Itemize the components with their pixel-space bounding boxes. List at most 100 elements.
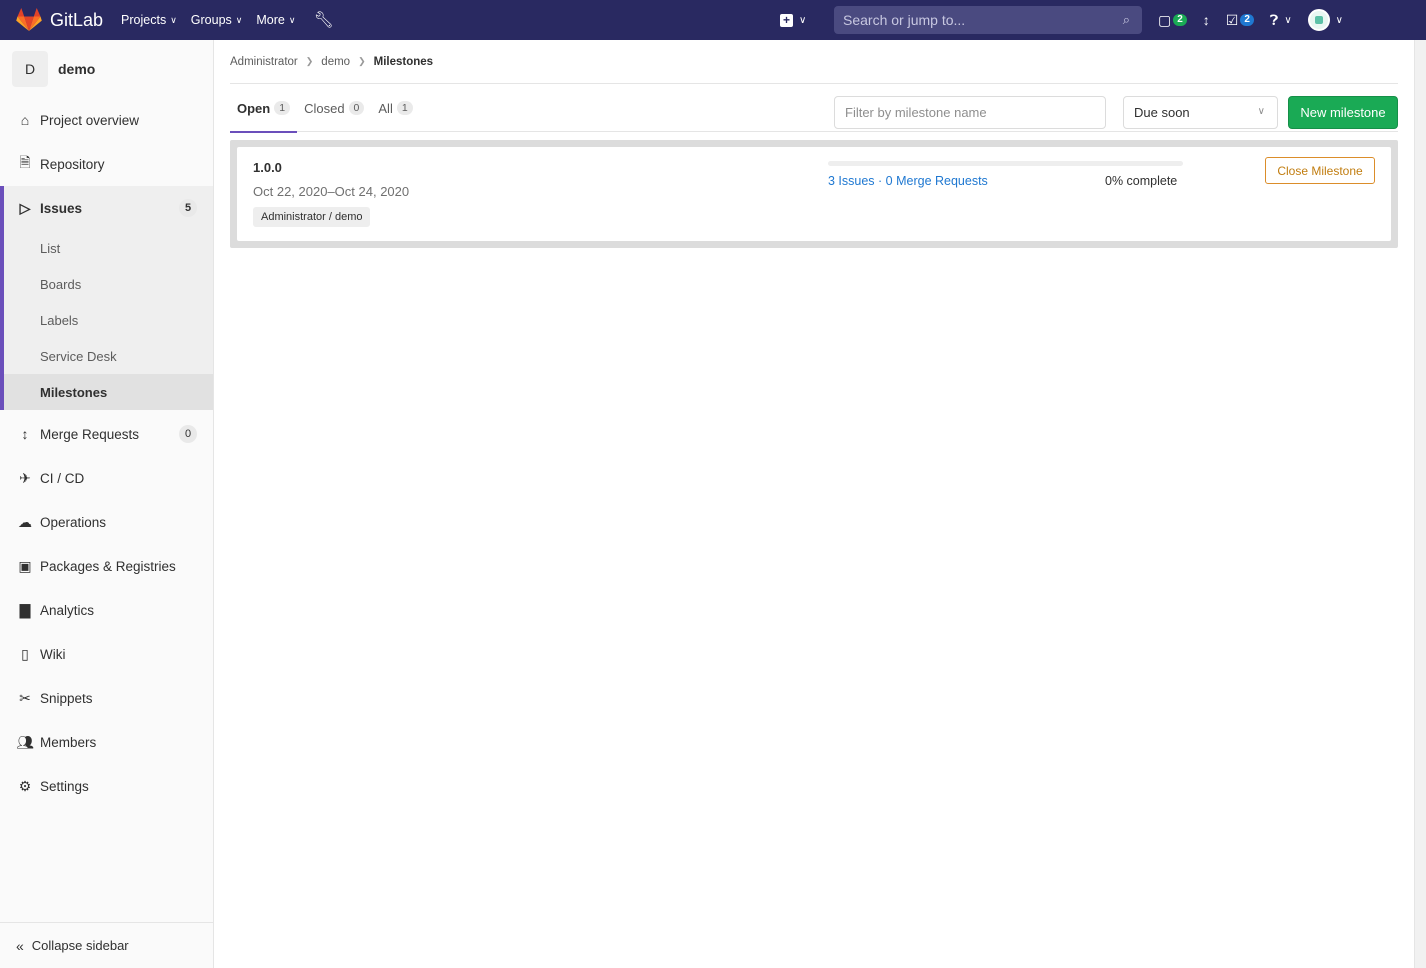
double-chevron-left-icon: «	[16, 937, 24, 954]
chevron-down-icon: ∨	[288, 14, 296, 25]
chevron-right-icon: ❯	[305, 56, 314, 66]
project-sidebar: D demo ⌂ Project overview 🗎 Repository ▷…	[0, 40, 214, 968]
chevron-down-icon: ∨	[235, 14, 243, 25]
sidebar-item-label: Wiki	[40, 646, 66, 662]
sidebar-item-ci-cd[interactable]: ✈ CI / CD	[0, 456, 213, 500]
plus-square-icon: +	[780, 13, 793, 27]
milestone-project-badge[interactable]: Administrator / demo	[253, 207, 371, 227]
tab-label: Open	[237, 100, 271, 116]
sidebar-item-packages-registries[interactable]: ▣ Packages & Registries	[0, 544, 213, 588]
sidebar-item-repository[interactable]: 🗎 Repository	[0, 142, 213, 186]
sidebar-item-label: Operations	[40, 514, 107, 530]
breadcrumb-demo[interactable]: demo	[321, 56, 350, 68]
user-menu-dropdown[interactable]: ∨	[1307, 9, 1343, 31]
chevron-down-icon: ∨	[1284, 14, 1292, 26]
milestone-title-link[interactable]: 1.0.0	[253, 160, 282, 175]
brand-name: GitLab	[50, 9, 104, 30]
sort-dropdown[interactable]: Due soon ∨	[1123, 96, 1278, 129]
page-scrollbar[interactable]	[1414, 40, 1426, 968]
sort-selected-value: Due soon	[1134, 105, 1190, 120]
sidebar-subitem-boards[interactable]: Boards	[4, 266, 213, 302]
tab-all[interactable]: All 1	[371, 84, 419, 132]
todo-check-icon: ☑	[1225, 11, 1239, 28]
sidebar-item-label: Members	[40, 734, 97, 750]
milestone-filter-input[interactable]	[834, 96, 1106, 129]
sidebar-item-operations[interactable]: ☁ Operations	[0, 500, 213, 544]
issues-icon: ▷	[19, 199, 31, 216]
merge-requests-count-badge: 0	[179, 425, 197, 443]
breadcrumb-administrator[interactable]: Administrator	[230, 56, 298, 68]
chart-icon: ▇	[19, 601, 31, 618]
search-input[interactable]: Search or jump to... ⌕	[834, 6, 1142, 34]
nav-more-dropdown[interactable]: More ∨	[256, 13, 295, 27]
search-icon: ⌕	[1122, 12, 1130, 27]
tab-closed[interactable]: Closed 0	[297, 84, 371, 132]
chevron-down-icon: ∨	[799, 14, 807, 26]
merge-requests-nav-button[interactable]: ↕	[1203, 12, 1210, 28]
milestone-percent-complete: 0% complete	[1105, 174, 1178, 188]
chevron-down-icon: ∨	[1335, 14, 1343, 26]
sidebar-item-settings[interactable]: ⚙ Settings	[0, 764, 213, 808]
sidebar-item-snippets[interactable]: ✂ Snippets	[0, 676, 213, 720]
user-avatar	[1307, 9, 1330, 31]
sidebar-subitem-service-desk[interactable]: Service Desk	[4, 338, 213, 374]
sidebar-item-members[interactable]: 👥︎ Members	[0, 720, 213, 764]
users-icon: 👥︎	[16, 733, 34, 750]
issues-icon: ▢	[1158, 11, 1172, 28]
sidebar-item-label: Analytics	[40, 602, 95, 618]
gitlab-logo-icon	[16, 8, 42, 31]
project-header[interactable]: D demo	[0, 40, 213, 98]
sidebar-item-wiki[interactable]: ▯ Wiki	[0, 632, 213, 676]
todos-nav-button[interactable]: ☑ 2	[1226, 12, 1254, 29]
issues-count-badge: 2	[1173, 14, 1187, 26]
merge-request-icon: ↕	[21, 426, 29, 442]
sidebar-item-label: Project overview	[40, 112, 140, 128]
sidebar-item-label: CI / CD	[40, 470, 85, 486]
nav-groups-dropdown[interactable]: Groups ∨	[191, 13, 243, 27]
nav-groups-label: Groups	[190, 13, 232, 27]
top-navbar: GitLab Projects ∨ Groups ∨ More ∨ 🔧︎ + ∨…	[0, 0, 1426, 40]
milestone-list: 1.0.0 Oct 22, 2020–Oct 24, 2020 Administ…	[230, 140, 1398, 248]
project-name: demo	[58, 61, 96, 77]
sidebar-subitem-list[interactable]: List	[4, 230, 213, 266]
sidebar-item-analytics[interactable]: ▇ Analytics	[0, 588, 213, 632]
help-dropdown[interactable]: ❓︎ ∨	[1270, 12, 1292, 29]
sidebar-item-merge-requests[interactable]: ↕ Merge Requests 0	[0, 412, 213, 456]
sidebar-subitem-labels[interactable]: Labels	[4, 302, 213, 338]
gitlab-home-link[interactable]: GitLab	[16, 8, 103, 32]
admin-wrench-icon[interactable]: 🔧︎	[313, 10, 333, 30]
milestone-item: 1.0.0 Oct 22, 2020–Oct 24, 2020 Administ…	[237, 147, 1391, 241]
tab-count-badge: 1	[396, 101, 413, 115]
new-milestone-button[interactable]: New milestone	[1288, 96, 1398, 129]
close-milestone-button[interactable]: Close Milestone	[1265, 157, 1375, 184]
issues-nav-button[interactable]: ▢ 2	[1158, 12, 1187, 29]
project-avatar: D	[12, 51, 48, 87]
home-icon: ⌂	[20, 112, 30, 128]
new-dropdown-button[interactable]: + ∨	[780, 13, 807, 27]
count-separator: ·	[874, 174, 886, 188]
nav-projects-dropdown[interactable]: Projects ∨	[121, 13, 177, 27]
chevron-down-icon: ∨	[170, 14, 177, 25]
milestone-dates: Oct 22, 2020–Oct 24, 2020	[253, 184, 410, 199]
search-placeholder: Search or jump to...	[843, 12, 966, 28]
tab-open[interactable]: Open 1	[230, 84, 298, 133]
merge-requests-count-link[interactable]: 0 Merge Requests	[886, 174, 988, 188]
issues-count-link[interactable]: 3 Issues	[828, 174, 875, 188]
sidebar-item-issues[interactable]: ▷ Issues 5	[4, 186, 213, 230]
sidebar-item-label: Snippets	[40, 690, 93, 706]
sidebar-item-project-overview[interactable]: ⌂ Project overview	[0, 98, 213, 142]
question-circle-icon: ❓︎	[1269, 11, 1279, 28]
nav-more-label: More	[256, 13, 285, 27]
rocket-icon: ✈	[19, 469, 31, 486]
tab-label: All	[378, 100, 393, 116]
sidebar-subitem-milestones[interactable]: Milestones	[4, 374, 213, 410]
sidebar-item-label: Packages & Registries	[40, 558, 176, 574]
sidebar-issues-group: ▷ Issues 5 List Boards Labels Service De…	[0, 186, 213, 410]
collapse-sidebar-button[interactable]: « Collapse sidebar	[0, 922, 213, 968]
main-content: Administrator ❯ demo ❯ Milestones Open 1…	[230, 40, 1398, 248]
scissors-icon: ✂	[19, 689, 31, 706]
breadcrumb-current[interactable]: Milestones	[374, 56, 433, 68]
issues-count-badge: 5	[179, 199, 197, 217]
chevron-right-icon: ❯	[358, 56, 366, 66]
tab-count-badge: 0	[348, 101, 365, 115]
